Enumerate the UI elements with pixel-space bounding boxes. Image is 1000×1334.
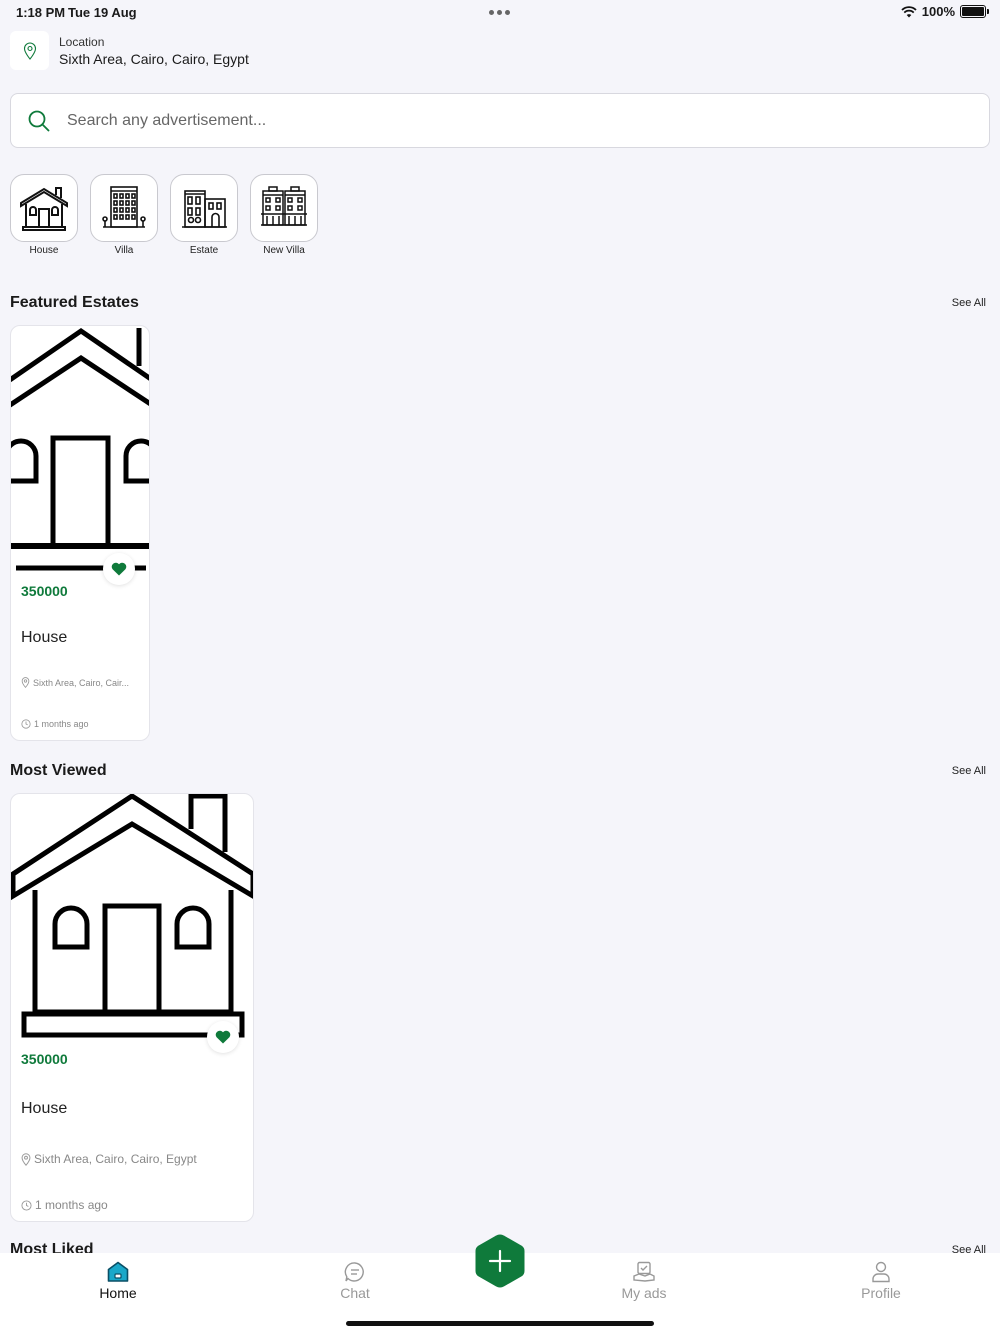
category-villa[interactable]: Villa	[90, 174, 158, 256]
most-viewed-see-all-link[interactable]: See All	[952, 765, 986, 777]
card-time-text: 1 months ago	[35, 1198, 108, 1212]
estate-icon	[182, 190, 227, 228]
category-list: House Villa Estate New Villa	[10, 174, 318, 256]
card-price: 350000	[21, 583, 68, 599]
category-new-villa[interactable]: New Villa	[250, 174, 318, 256]
category-label: House	[29, 245, 59, 256]
featured-estates-title: Featured Estates	[10, 294, 139, 311]
featured-estate-card[interactable]: 350000 House Sixth Area, Cairo, Cair... …	[10, 325, 150, 741]
category-label: Villa	[114, 245, 134, 256]
location-pin-icon	[23, 42, 36, 60]
category-villa-box	[90, 174, 158, 242]
nav-label: Profile	[861, 1285, 901, 1301]
clock-icon	[21, 719, 31, 729]
nav-label: My ads	[621, 1285, 667, 1301]
category-label: New Villa	[263, 245, 305, 256]
villa-icon	[102, 186, 146, 228]
category-estate[interactable]: Estate	[170, 174, 238, 256]
favorite-button[interactable]	[103, 553, 135, 585]
location-pin-icon	[21, 1152, 31, 1166]
search-bar[interactable]	[10, 93, 990, 148]
card-time-text: 1 months ago	[34, 719, 89, 729]
location-icon-box	[10, 31, 49, 70]
status-date: Tue 19 Aug	[68, 5, 137, 20]
add-ad-button[interactable]	[474, 1233, 526, 1289]
house-image	[11, 794, 253, 1038]
card-location-text: Sixth Area, Cairo, Cairo, Egypt	[34, 1152, 197, 1166]
home-icon	[107, 1261, 129, 1282]
location-label: Location	[59, 34, 105, 49]
card-time: 1 months ago	[21, 719, 89, 729]
home-indicator	[346, 1321, 654, 1326]
nav-profile[interactable]: Profile	[831, 1261, 931, 1301]
profile-icon	[872, 1261, 890, 1283]
chat-icon	[344, 1262, 364, 1282]
nav-my-ads[interactable]: My ads	[594, 1261, 694, 1301]
multitask-dots-icon[interactable]	[489, 10, 510, 15]
plus-icon	[475, 1234, 525, 1288]
most-viewed-title: Most Viewed	[10, 762, 107, 779]
favorite-button[interactable]	[207, 1021, 239, 1053]
heart-icon	[215, 1030, 231, 1044]
status-bar: 1:18 PM Tue 19 Aug 100%	[0, 0, 1000, 24]
card-title: House	[21, 1100, 68, 1117]
nav-chat[interactable]: Chat	[305, 1261, 405, 1301]
clock-icon	[21, 1199, 32, 1211]
my-ads-icon	[633, 1261, 655, 1282]
heart-icon	[111, 562, 127, 576]
location-pin-icon	[21, 677, 30, 688]
status-time: 1:18 PM	[16, 5, 66, 20]
card-price: 350000	[21, 1051, 68, 1067]
search-input[interactable]	[67, 111, 947, 130]
wifi-icon	[901, 5, 917, 17]
card-location: Sixth Area, Cairo, Cairo, Egypt	[21, 1152, 246, 1166]
battery-icon	[960, 5, 989, 18]
location-value: Sixth Area, Cairo, Cairo, Egypt	[59, 50, 249, 67]
house-icon	[20, 187, 68, 231]
nav-label: Home	[99, 1285, 137, 1301]
new-villa-icon	[261, 186, 307, 226]
nav-label: Chat	[340, 1285, 370, 1301]
category-estate-box	[170, 174, 238, 242]
card-location: Sixth Area, Cairo, Cair...	[21, 677, 146, 688]
house-image	[11, 327, 149, 571]
category-label: Estate	[189, 245, 219, 256]
category-new-villa-box	[250, 174, 318, 242]
card-time: 1 months ago	[21, 1198, 108, 1212]
category-house[interactable]: House	[10, 174, 78, 256]
category-house-box	[10, 174, 78, 242]
card-location-text: Sixth Area, Cairo, Cair...	[33, 677, 130, 688]
location-selector[interactable]: Location Sixth Area, Cairo, Cairo, Egypt	[10, 31, 249, 70]
battery-percent: 100%	[921, 4, 955, 19]
status-right: 100%	[901, 4, 989, 19]
nav-home[interactable]: Home	[68, 1261, 168, 1301]
search-icon	[28, 110, 50, 131]
featured-see-all-link[interactable]: See All	[952, 297, 986, 309]
card-title: House	[21, 629, 68, 646]
most-viewed-card[interactable]: 350000 House Sixth Area, Cairo, Cairo, E…	[10, 793, 254, 1222]
